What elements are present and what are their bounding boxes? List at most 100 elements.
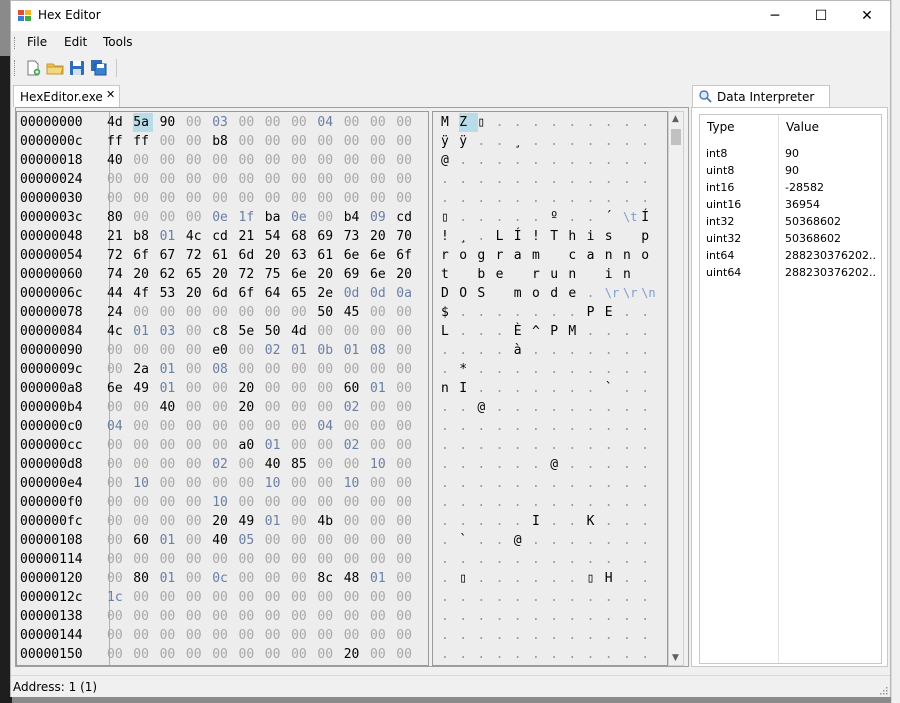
ascii-char[interactable]: . (514, 588, 533, 607)
hex-byte[interactable]: 69 (317, 227, 337, 246)
ascii-char[interactable]: . (587, 588, 606, 607)
ascii-char[interactable]: . (459, 341, 478, 360)
ascii-char[interactable]: . (477, 322, 496, 341)
ascii-char[interactable]: ! (441, 227, 460, 246)
hex-byte[interactable]: 00 (344, 493, 364, 512)
hex-byte[interactable]: 00 (160, 189, 180, 208)
ascii-char[interactable]: . (550, 550, 569, 569)
hex-byte[interactable]: 00 (160, 417, 180, 436)
ascii-char[interactable]: . (550, 303, 569, 322)
hex-byte[interactable]: 00 (133, 588, 153, 607)
hex-byte[interactable]: 20 (317, 265, 337, 284)
ascii-char[interactable]: . (568, 151, 587, 170)
hex-byte[interactable]: 00 (291, 569, 311, 588)
hex-byte[interactable]: 01 (160, 569, 180, 588)
ascii-char[interactable]: à (514, 341, 533, 360)
interpreter-row[interactable]: uint64 288230376202... (700, 266, 881, 283)
ascii-char[interactable]: º (550, 208, 569, 227)
hex-byte[interactable]: 00 (344, 113, 364, 132)
hex-row[interactable]: 000000cc 00 00 00 00 00 a0 01 00 00 02 00 00 (17, 436, 428, 455)
ascii-char[interactable]: d (550, 284, 569, 303)
ascii-row[interactable]: ............ (433, 436, 667, 455)
hex-byte[interactable]: 00 (186, 189, 206, 208)
hex-byte[interactable]: 00 (107, 170, 127, 189)
hex-byte[interactable]: 61 (317, 246, 337, 265)
hex-byte[interactable]: 00 (186, 360, 206, 379)
hex-byte[interactable]: 5e (239, 322, 259, 341)
ascii-char[interactable]: . (605, 132, 624, 151)
ascii-char[interactable]: D (441, 284, 460, 303)
hex-row[interactable]: 00000060 74 20 62 65 20 72 75 6e 20 69 6e 20 (17, 265, 428, 284)
hex-byte[interactable]: 5a (133, 113, 154, 132)
hex-byte[interactable]: 00 (107, 360, 127, 379)
hex-byte[interactable]: 00 (133, 151, 153, 170)
ascii-char[interactable]: ▯ (441, 208, 460, 227)
ascii-char[interactable]: @ (514, 531, 533, 550)
ascii-char[interactable]: . (568, 474, 587, 493)
ascii-char[interactable]: . (496, 569, 515, 588)
hex-byte[interactable]: ff (107, 132, 127, 151)
hex-byte[interactable]: 00 (370, 189, 390, 208)
ascii-char[interactable]: . (623, 398, 642, 417)
hex-byte[interactable]: 00 (133, 417, 153, 436)
hex-byte[interactable]: 00 (212, 189, 232, 208)
hex-byte[interactable]: 0d (370, 284, 390, 303)
ascii-char[interactable]: L (441, 322, 460, 341)
hex-row[interactable]: 0000009c 00 2a 01 00 08 00 00 00 00 00 00 00 (17, 360, 428, 379)
ascii-char[interactable]: . (477, 588, 496, 607)
ascii-char[interactable]: . (532, 189, 551, 208)
hex-row[interactable]: 000000c0 04 00 00 00 00 00 00 00 04 00 00 00 (17, 417, 428, 436)
hex-byte[interactable]: 00 (107, 436, 127, 455)
ascii-row[interactable]: t be run in (433, 265, 667, 284)
hex-byte[interactable]: 00 (107, 607, 127, 626)
hex-byte[interactable]: 00 (186, 436, 206, 455)
ascii-char[interactable]: . (459, 550, 478, 569)
hex-byte[interactable]: 00 (370, 303, 390, 322)
hex-byte[interactable]: 00 (265, 417, 285, 436)
hex-byte[interactable]: 00 (265, 588, 285, 607)
ascii-char[interactable]: . (477, 360, 496, 379)
ascii-char[interactable]: . (441, 170, 460, 189)
hex-byte[interactable]: 00 (265, 645, 285, 664)
hex-byte[interactable]: 00 (396, 303, 416, 322)
ascii-char[interactable]: . (514, 436, 533, 455)
hex-byte[interactable]: 20 (239, 398, 259, 417)
hex-byte[interactable]: 00 (317, 531, 337, 550)
hex-byte[interactable]: 80 (133, 569, 153, 588)
hex-byte[interactable]: 00 (317, 189, 337, 208)
hex-byte[interactable]: 00 (160, 512, 180, 531)
ascii-char[interactable]: . (568, 341, 587, 360)
ascii-char[interactable]: . (459, 151, 478, 170)
ascii-char[interactable]: . (623, 569, 642, 588)
ascii-char[interactable]: c (568, 246, 587, 265)
hex-byte[interactable]: 00 (160, 341, 180, 360)
ascii-char[interactable]: . (550, 379, 569, 398)
ascii-char[interactable]: . (496, 645, 515, 664)
hex-byte[interactable]: a0 (239, 436, 259, 455)
hex-byte[interactable]: 00 (186, 341, 206, 360)
hex-byte[interactable]: 00 (107, 626, 127, 645)
hex-row[interactable]: 0000003c 80 00 00 00 0e 1f ba 0e 00 b4 09 cd (17, 208, 428, 227)
hex-byte[interactable]: 00 (291, 474, 311, 493)
hex-byte[interactable]: 00 (107, 189, 127, 208)
ascii-char[interactable]: . (496, 151, 515, 170)
ascii-char[interactable]: . (623, 512, 642, 531)
ascii-char[interactable]: . (623, 189, 642, 208)
hex-row[interactable]: 00000114 00 00 00 00 00 00 00 00 00 00 00 00 (17, 550, 428, 569)
ascii-char[interactable]: . (568, 360, 587, 379)
ascii-char[interactable]: . (441, 455, 460, 474)
hex-byte[interactable]: 00 (133, 645, 153, 664)
ascii-char[interactable]: ▯ (477, 113, 496, 132)
hex-byte[interactable]: 00 (212, 474, 232, 493)
hex-byte[interactable]: 00 (370, 436, 390, 455)
ascii-char[interactable]: . (459, 645, 478, 664)
hex-byte[interactable]: 00 (396, 626, 416, 645)
hex-byte[interactable]: 00 (317, 607, 337, 626)
ascii-char[interactable]: . (587, 189, 606, 208)
ascii-char[interactable]: . (459, 303, 478, 322)
hex-byte[interactable]: 00 (265, 531, 285, 550)
hex-row[interactable]: 00000120 00 80 01 00 0c 00 00 00 8c 48 01 00 (17, 569, 428, 588)
ascii-char[interactable]: . (459, 607, 478, 626)
ascii-char[interactable]: . (459, 474, 478, 493)
hex-byte[interactable]: 00 (186, 170, 206, 189)
